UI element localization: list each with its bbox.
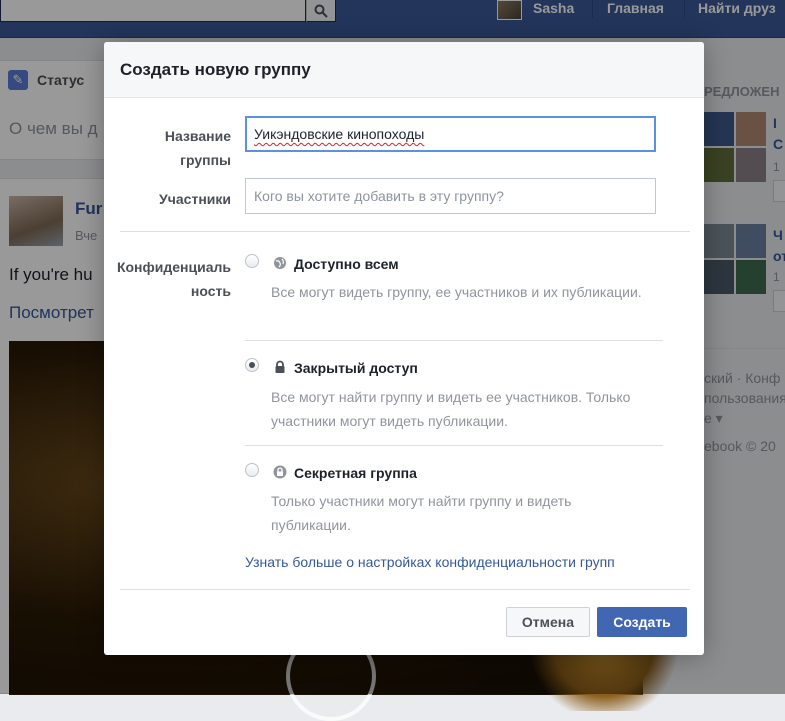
group-name-input[interactable]: Уикэндовские кинопоходы xyxy=(245,116,656,152)
privacy-label: Конфиденциальность xyxy=(116,259,231,299)
privacy-closed-radio[interactable] xyxy=(245,358,259,372)
secret-lock-icon xyxy=(273,465,287,479)
dialog-header: Создать новую группу xyxy=(104,42,704,98)
members-label: Участники xyxy=(159,191,231,207)
group-name-label: Название группы xyxy=(164,128,231,168)
privacy-public-radio[interactable] xyxy=(245,254,259,268)
create-group-button[interactable]: Создать xyxy=(597,607,687,637)
privacy-public-description: Все могут видеть группу, ее участников и… xyxy=(271,284,642,300)
privacy-closed-description: Все могут найти группу и видеть ее участ… xyxy=(271,389,631,429)
privacy-secret-description: Только участники могут найти группу и ви… xyxy=(271,493,572,533)
privacy-secret-radio[interactable] xyxy=(245,463,259,477)
option-divider xyxy=(245,340,663,341)
section-divider xyxy=(120,231,690,232)
privacy-learn-more-link[interactable]: Узнать больше о настройках конфиденциаль… xyxy=(245,554,615,570)
cancel-button[interactable]: Отмена xyxy=(506,607,590,637)
privacy-secret-title[interactable]: Секретная группа xyxy=(294,465,417,481)
globe-icon xyxy=(273,256,287,270)
group-name-value: Уикэндовские кинопоходы xyxy=(254,126,425,142)
dialog-title: Создать новую группу xyxy=(120,60,311,79)
privacy-closed-title[interactable]: Закрытый доступ xyxy=(294,360,418,376)
footer-divider xyxy=(120,589,690,590)
create-group-dialog: Создать новую группу Название группы Уик… xyxy=(104,42,704,655)
members-input[interactable] xyxy=(245,178,656,214)
lock-icon xyxy=(273,360,287,374)
option-divider xyxy=(245,445,663,446)
privacy-public-title[interactable]: Доступно всем xyxy=(294,256,399,272)
